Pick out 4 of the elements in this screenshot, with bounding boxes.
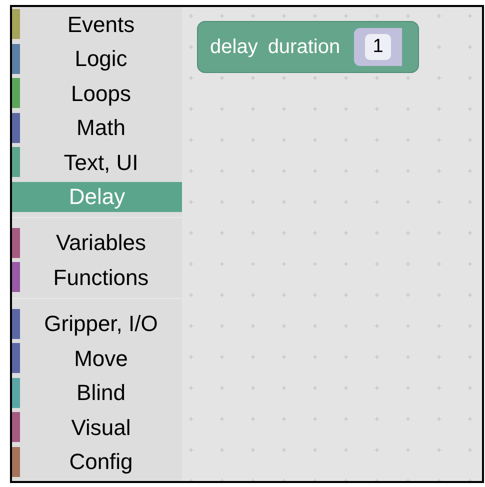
block-label: delay	[210, 35, 258, 60]
number-field[interactable]: 1	[364, 34, 392, 60]
block-label: duration	[268, 35, 340, 60]
delay-block[interactable]: delay duration 1	[197, 21, 420, 73]
